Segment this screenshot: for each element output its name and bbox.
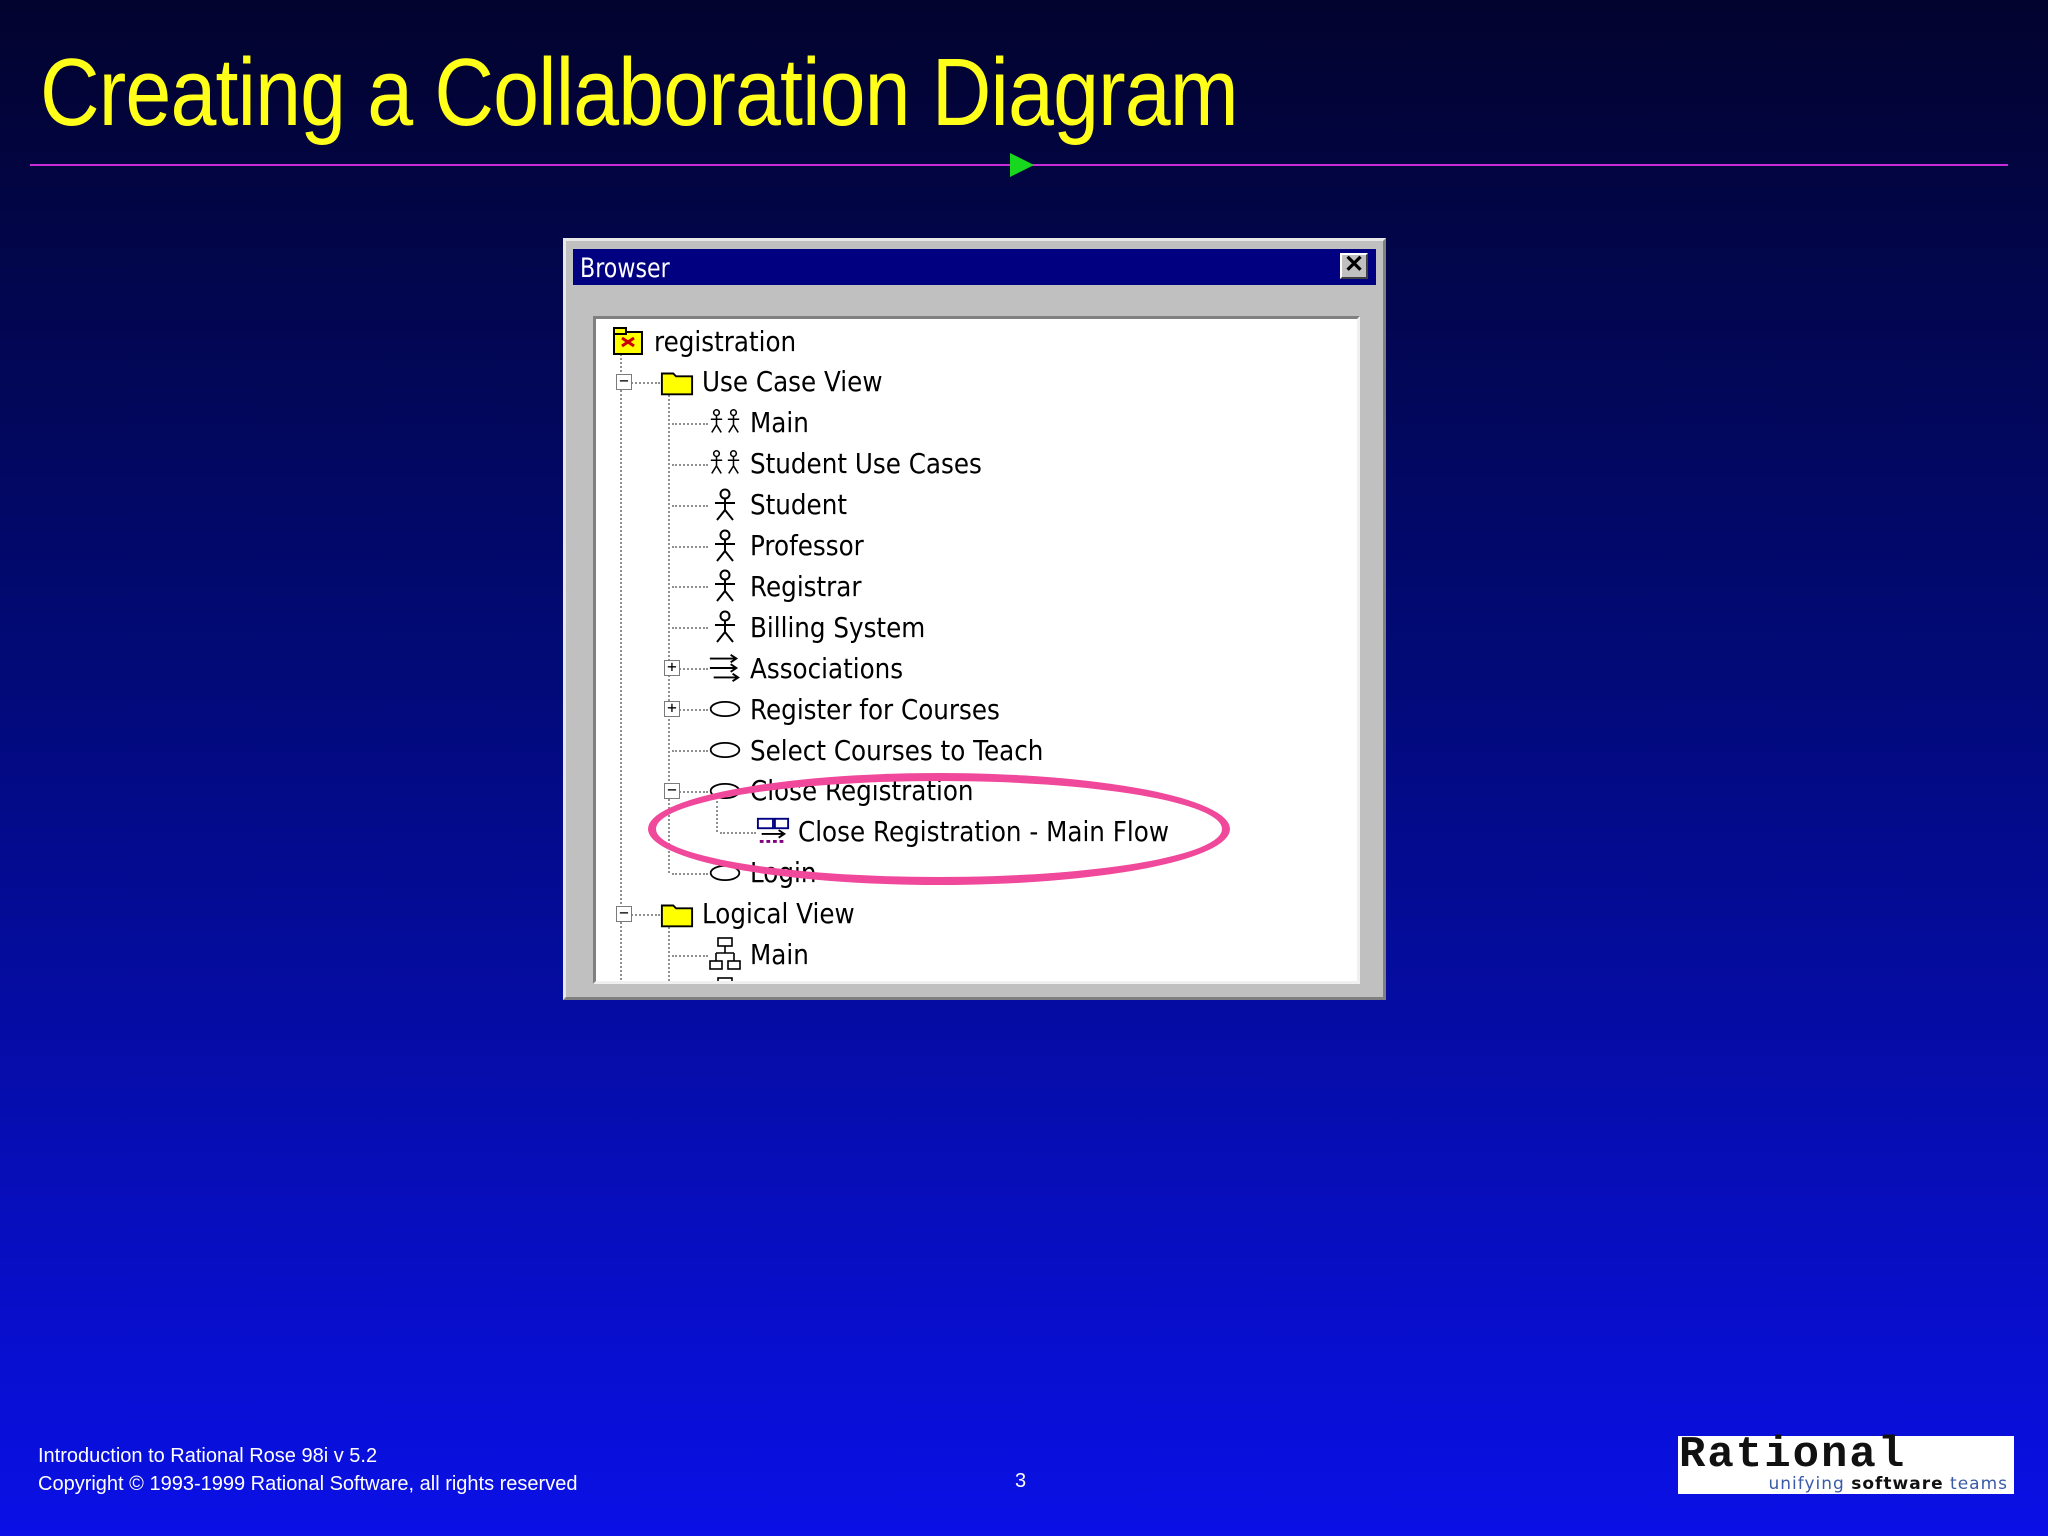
tree-item-registration[interactable]: registration	[612, 321, 816, 361]
tree-branch-line	[672, 422, 708, 425]
tree-item-label: Main	[750, 406, 809, 440]
class-diagram-icon	[708, 936, 742, 972]
actor-icon	[708, 488, 742, 522]
class-diagram-icon	[708, 977, 742, 981]
actor-icon	[708, 569, 742, 603]
actor-icon	[708, 529, 742, 563]
footer-copyright: Copyright © 1993-1999 Rational Software,…	[38, 1473, 578, 1495]
tree-item-class-registration[interactable]: Class Registration	[708, 975, 1001, 981]
tree-branch-line	[672, 750, 708, 752]
tree-item-label: Student Use Cases	[750, 447, 982, 481]
footer-course-title: Introduction to Rational Rose 98i v 5.2	[38, 1445, 378, 1467]
rational-logo: Rational unifying software teams	[1678, 1430, 2014, 1494]
expand-icon[interactable]: +	[664, 700, 680, 718]
folder-icon	[660, 897, 694, 931]
tree-item-label: Use Case View	[702, 365, 883, 399]
use-case-icon	[708, 733, 742, 767]
tree-item-select-courses-to-teach[interactable]: Select Courses to Teach	[708, 730, 1083, 770]
tree-branch-line	[672, 504, 708, 507]
tree-item-student-use-cases[interactable]: Student Use Cases	[708, 444, 1013, 484]
tree-item-label: Class Registration	[750, 979, 971, 981]
tree-item-use-case-view[interactable]: Use Case View	[660, 362, 907, 402]
tree-item-student[interactable]: Student	[708, 485, 860, 525]
tree-item-label: Billing System	[750, 610, 926, 644]
use-case-icon	[708, 692, 742, 726]
close-icon[interactable]: ✕	[1340, 253, 1368, 279]
tree-item-logical-view[interactable]: Logical View	[660, 894, 875, 934]
use-case-diagram-icon	[708, 447, 742, 481]
highlight-ellipse	[648, 773, 1230, 885]
tree-item-billing-system[interactable]: Billing System	[708, 607, 949, 647]
tree-branch-line	[672, 463, 708, 466]
tree-branch-line	[672, 627, 708, 630]
collapse-icon[interactable]: −	[616, 904, 632, 922]
tree-guide-line	[620, 351, 622, 981]
browser-titlebar[interactable]: Browser ✕	[573, 249, 1376, 285]
tree-branch-line	[672, 545, 708, 548]
tree-item-label: Main	[750, 938, 809, 971]
tree-item-main[interactable]: Main	[708, 403, 817, 443]
tree-item-label: Registrar	[750, 569, 862, 603]
tree-item-register-for-courses[interactable]: Register for Courses	[708, 689, 1034, 729]
use-case-diagram-icon	[708, 406, 742, 440]
tree-item-registrar[interactable]: Registrar	[708, 566, 877, 606]
tree-branch-line	[672, 872, 708, 875]
folder-icon	[660, 365, 694, 399]
tree-item-label: Student	[750, 488, 848, 522]
browser-title: Browser	[580, 253, 670, 284]
tree-item-label: Professor	[750, 529, 864, 562]
rule-arrow-icon	[1010, 153, 1034, 177]
tree-guide-line	[668, 391, 670, 873]
logo-wordmark: Rational	[1679, 1430, 1907, 1480]
associations-icon	[708, 651, 742, 685]
collapse-icon[interactable]: −	[664, 781, 680, 799]
tree-branch-line	[672, 586, 708, 589]
tree-item-label: Register for Courses	[750, 692, 1000, 726]
tree-item-label: registration	[654, 324, 797, 358]
browser-window[interactable]: Browser ✕ registration − Use Case View Main…	[563, 238, 1386, 1000]
logo-tagline: unifying software teams	[1768, 1474, 2008, 1494]
slide-title: Creating a Collaboration Diagram	[40, 39, 1239, 146]
tree-item-label: Select Courses to Teach	[750, 733, 1044, 767]
tree-branch-line	[672, 954, 708, 957]
tree-item-main[interactable]: Main	[708, 935, 817, 975]
page-number: 3	[1015, 1470, 1027, 1492]
expand-icon[interactable]: +	[664, 659, 680, 677]
tree-item-associations[interactable]: Associations	[708, 648, 924, 688]
collapse-icon[interactable]: −	[616, 372, 632, 390]
tree-item-label: Associations	[750, 651, 904, 685]
actor-icon	[708, 610, 742, 644]
model-icon	[612, 324, 646, 358]
tree-item-professor[interactable]: Professor	[708, 526, 879, 566]
tree-item-label: Logical View	[702, 897, 855, 931]
